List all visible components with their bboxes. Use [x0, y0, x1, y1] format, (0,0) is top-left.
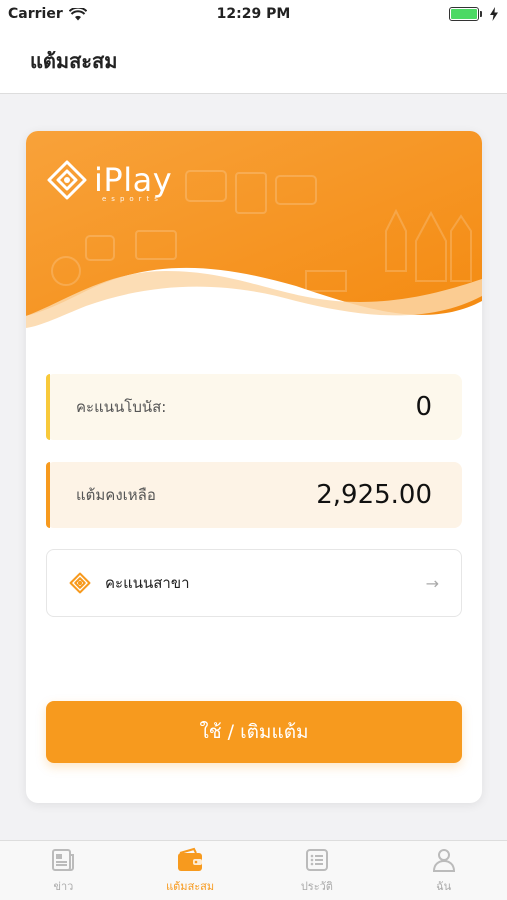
status-bar: Carrier 12:29 PM	[0, 0, 507, 28]
points-card: iPlay esports คะแนนโบนัส: 0 แต้มคงเหลือ …	[26, 131, 482, 803]
tab-points-label: แต้มสะสม	[166, 879, 215, 893]
page-header: แต้มสะสม	[0, 28, 507, 94]
tab-profile[interactable]: ฉัน	[380, 841, 507, 900]
bonus-points-row: คะแนนโบนัส: 0	[46, 374, 462, 440]
tab-news-label: ข่าว	[53, 879, 74, 893]
tab-bar: ข่าว แต้มสะสม ประวัติ ฉัน	[0, 840, 507, 900]
history-list-icon	[305, 848, 328, 871]
bonus-label: คะแนนโบนัส:	[76, 398, 167, 416]
page-title: แต้มสะสม	[30, 48, 118, 73]
wifi-icon	[68, 7, 87, 20]
carrier-label: Carrier	[8, 6, 63, 22]
iplay-logo-icon	[69, 572, 91, 594]
charging-bolt-icon	[490, 7, 498, 21]
branch-points-label: คะแนนสาขา	[105, 574, 190, 592]
brand-name: iPlay	[94, 161, 173, 199]
use-topup-points-button[interactable]: ใช้ / เติมแต้ม	[46, 701, 462, 763]
brand-logo: iPlay esports	[46, 159, 173, 203]
news-icon	[52, 848, 75, 871]
iplay-logo-icon	[47, 160, 87, 200]
branch-points-button[interactable]: คะแนนสาขา →	[46, 549, 462, 617]
tab-history[interactable]: ประวัติ	[254, 841, 381, 900]
remaining-points-value: 2,925.00	[316, 480, 432, 510]
remaining-points-row: แต้มคงเหลือ 2,925.00	[46, 462, 462, 528]
bonus-value: 0	[415, 392, 432, 422]
profile-icon	[432, 848, 455, 872]
tab-profile-label: ฉัน	[436, 879, 452, 893]
remaining-points-label: แต้มคงเหลือ	[76, 486, 156, 504]
tab-points[interactable]: แต้มสะสม	[127, 841, 254, 900]
arrow-right-icon: →	[425, 573, 439, 593]
wallet-icon	[178, 847, 203, 871]
brand-tagline: esports	[102, 195, 163, 203]
cta-label: ใช้ / เติมแต้ม	[199, 721, 309, 743]
battery-icon	[449, 7, 482, 21]
status-time: 12:29 PM	[216, 6, 291, 22]
tab-history-label: ประวัติ	[300, 879, 333, 893]
tab-news[interactable]: ข่าว	[0, 841, 127, 900]
